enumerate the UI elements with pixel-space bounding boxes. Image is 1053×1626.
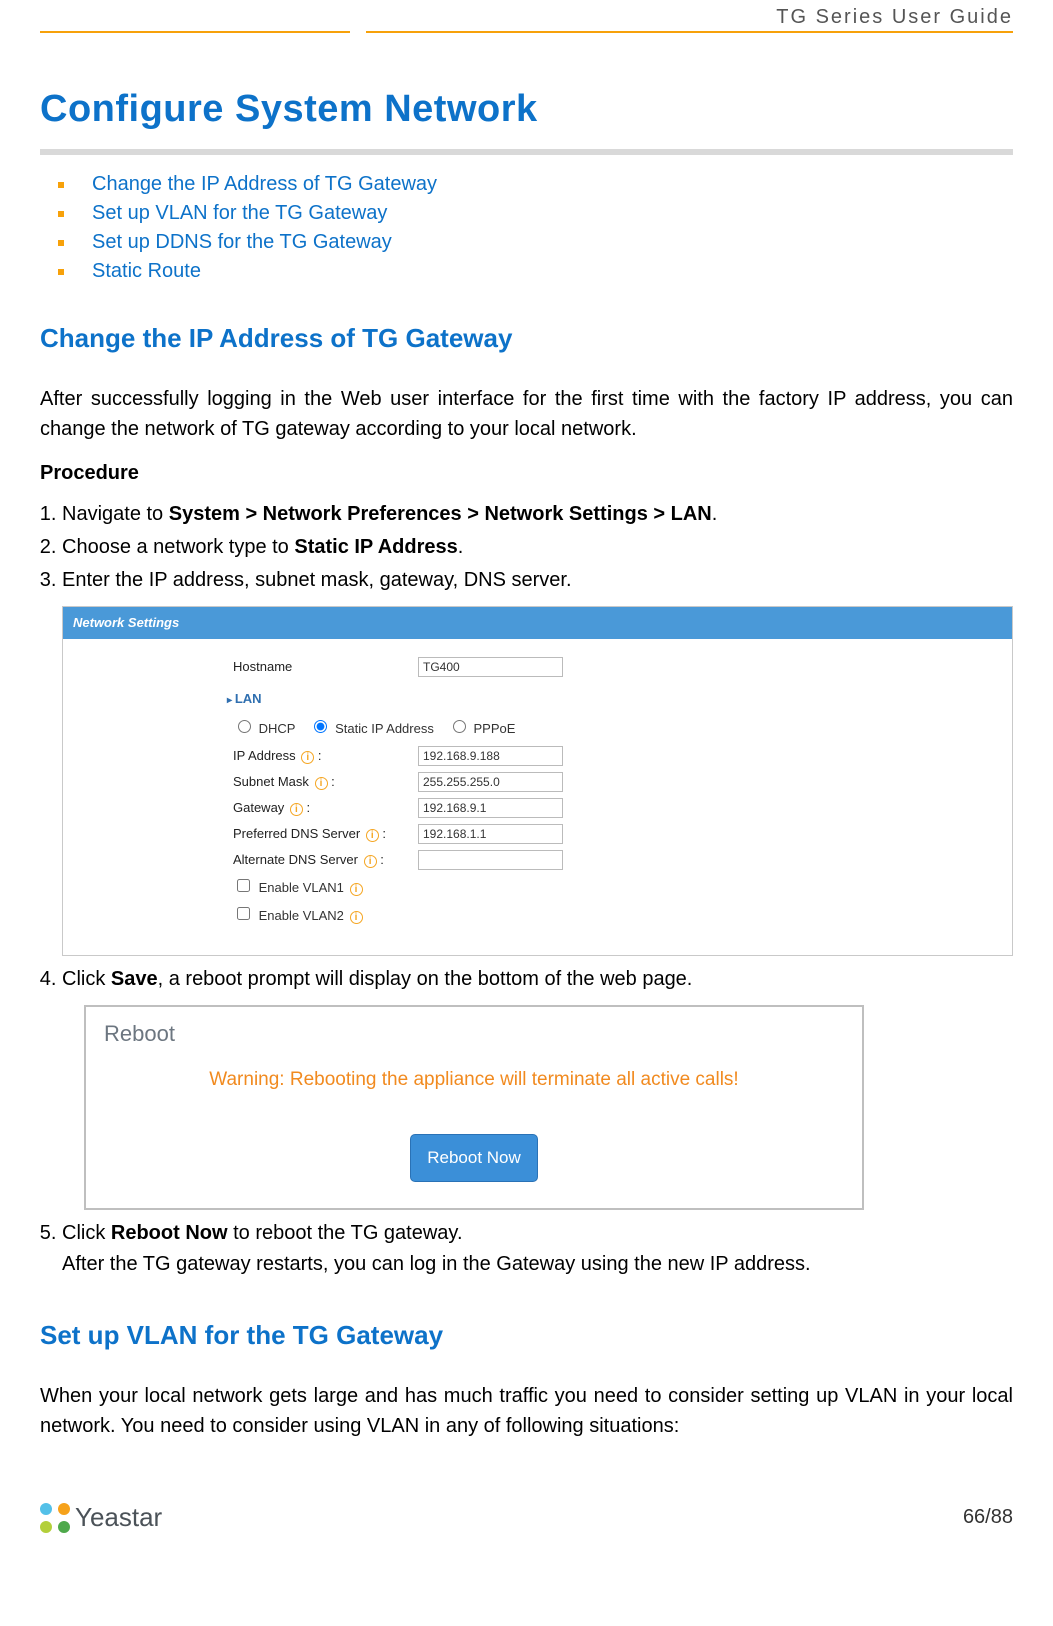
step4-bold: Save (111, 968, 158, 990)
info-icon: i (290, 803, 303, 816)
step-2: Choose a network type to Static IP Addre… (62, 532, 1013, 563)
vlan1-checkbox[interactable]: Enable VLAN1 i (233, 876, 363, 898)
toc-link-ddns[interactable]: Set up DDNS for the TG Gateway (92, 231, 392, 254)
info-icon: i (315, 777, 328, 790)
brand-name: Yeastar (75, 1502, 162, 1533)
step5-after: After the TG gateway restarts, you can l… (62, 1249, 1013, 1280)
toc-link-static-route[interactable]: Static Route (92, 260, 201, 283)
info-icon: i (350, 883, 363, 896)
toc-item: Set up VLAN for the TG Gateway (40, 202, 1013, 225)
info-icon: i (364, 855, 377, 868)
step5-bold: Reboot Now (111, 1222, 228, 1244)
toc-item: Change the IP Address of TG Gateway (40, 173, 1013, 196)
table-of-contents: Change the IP Address of TG Gateway Set … (40, 173, 1013, 283)
reboot-now-button[interactable]: Reboot Now (410, 1134, 538, 1182)
radio-pppoe[interactable]: PPPoE (448, 717, 516, 739)
logo-icon (40, 1503, 70, 1533)
step2-post: . (458, 536, 464, 558)
ip-label: IP Address (233, 748, 296, 763)
step1-pre: Navigate to (62, 503, 169, 525)
bullet-icon (58, 240, 64, 246)
mask-label: Subnet Mask (233, 774, 309, 789)
gateway-input[interactable] (418, 798, 563, 818)
procedure-steps: Navigate to System > Network Preferences… (40, 499, 1013, 1280)
title-underline (40, 149, 1013, 155)
step4-pre: Click (62, 968, 111, 990)
gateway-label: Gateway (233, 800, 284, 815)
page-header: TG Series User Guide (40, 6, 1013, 33)
step2-pre: Choose a network type to (62, 536, 294, 558)
section1-intro: After successfully logging in the Web us… (40, 384, 1013, 444)
toc-link-vlan[interactable]: Set up VLAN for the TG Gateway (92, 202, 387, 225)
hostname-label: Hostname (233, 657, 418, 677)
vlan2-label: Enable VLAN2 (259, 908, 344, 923)
reboot-title: Reboot (104, 1017, 844, 1051)
step1-bold: System > Network Preferences > Network S… (169, 503, 712, 525)
bullet-icon (58, 269, 64, 275)
radio-dhcp-label: DHCP (259, 721, 296, 736)
procedure-label: Procedure (40, 462, 1013, 485)
network-settings-screenshot: Network Settings Hostname LAN DHCP Stati… (62, 606, 1013, 956)
page-number: 66/88 (963, 1506, 1013, 1529)
dns1-label: Preferred DNS Server (233, 826, 360, 841)
header-rule-left (40, 15, 350, 33)
step5-pre: Click (62, 1222, 111, 1244)
step2-bold: Static IP Address (294, 536, 457, 558)
info-icon: i (301, 751, 314, 764)
step-5: Click Reboot Now to reboot the TG gatewa… (62, 1218, 1013, 1280)
dns2-label: Alternate DNS Server (233, 852, 358, 867)
hostname-input[interactable] (418, 657, 563, 677)
brand-logo: Yeastar (40, 1502, 162, 1533)
bullet-icon (58, 182, 64, 188)
dns1-input[interactable] (418, 824, 563, 844)
step1-post: . (712, 503, 718, 525)
step-4: Click Save, a reboot prompt will display… (62, 964, 1013, 1211)
toc-item: Set up DDNS for the TG Gateway (40, 231, 1013, 254)
lan-section-label: LAN (227, 689, 992, 709)
ns-panel-title: Network Settings (63, 607, 1012, 639)
radio-static[interactable]: Static IP Address (309, 717, 433, 739)
mask-input[interactable] (418, 772, 563, 792)
info-icon: i (366, 829, 379, 842)
ip-input[interactable] (418, 746, 563, 766)
page-footer: Yeastar 66/88 (40, 1496, 1013, 1533)
vlan2-checkbox[interactable]: Enable VLAN2 i (233, 904, 363, 926)
page-title: Configure System Network (40, 88, 1013, 131)
step-3: Enter the IP address, subnet mask, gatew… (62, 565, 1013, 956)
guide-title: TG Series User Guide (366, 6, 1013, 33)
reboot-screenshot: Reboot Warning: Rebooting the appliance … (84, 1005, 864, 1211)
reboot-warning: Warning: Rebooting the appliance will te… (104, 1065, 844, 1094)
toc-item: Static Route (40, 260, 1013, 283)
step-1: Navigate to System > Network Preferences… (62, 499, 1013, 530)
radio-dhcp[interactable]: DHCP (233, 717, 295, 739)
step3-text: Enter the IP address, subnet mask, gatew… (62, 569, 572, 591)
radio-static-label: Static IP Address (335, 721, 434, 736)
radio-pppoe-label: PPPoE (473, 721, 515, 736)
bullet-icon (58, 211, 64, 217)
step4-post: , a reboot prompt will display on the bo… (158, 968, 693, 990)
section-heading-change-ip: Change the IP Address of TG Gateway (40, 323, 1013, 354)
dns2-input[interactable] (418, 850, 563, 870)
step5-post: to reboot the TG gateway. (228, 1222, 463, 1244)
vlan1-label: Enable VLAN1 (259, 880, 344, 895)
info-icon: i (350, 911, 363, 924)
section-heading-vlan: Set up VLAN for the TG Gateway (40, 1320, 1013, 1351)
toc-link-change-ip[interactable]: Change the IP Address of TG Gateway (92, 173, 437, 196)
section2-intro: When your local network gets large and h… (40, 1381, 1013, 1441)
